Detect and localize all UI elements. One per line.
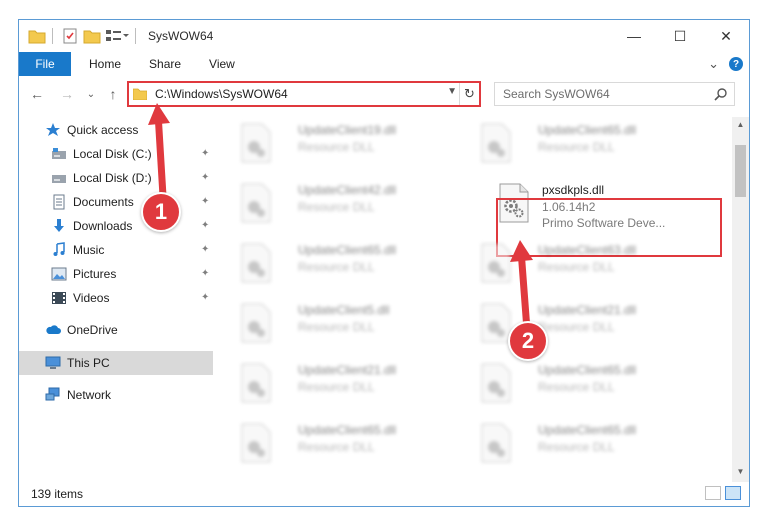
annotation-arrows [148,103,533,334]
callout-badge-1: 1 [141,192,181,232]
arrow-2-shaft [517,246,531,334]
arrow-1-shaft [154,109,167,200]
callout-badge-2: 2 [508,321,548,361]
arrow-1-head [148,103,170,125]
arrow-2-head [510,240,533,262]
